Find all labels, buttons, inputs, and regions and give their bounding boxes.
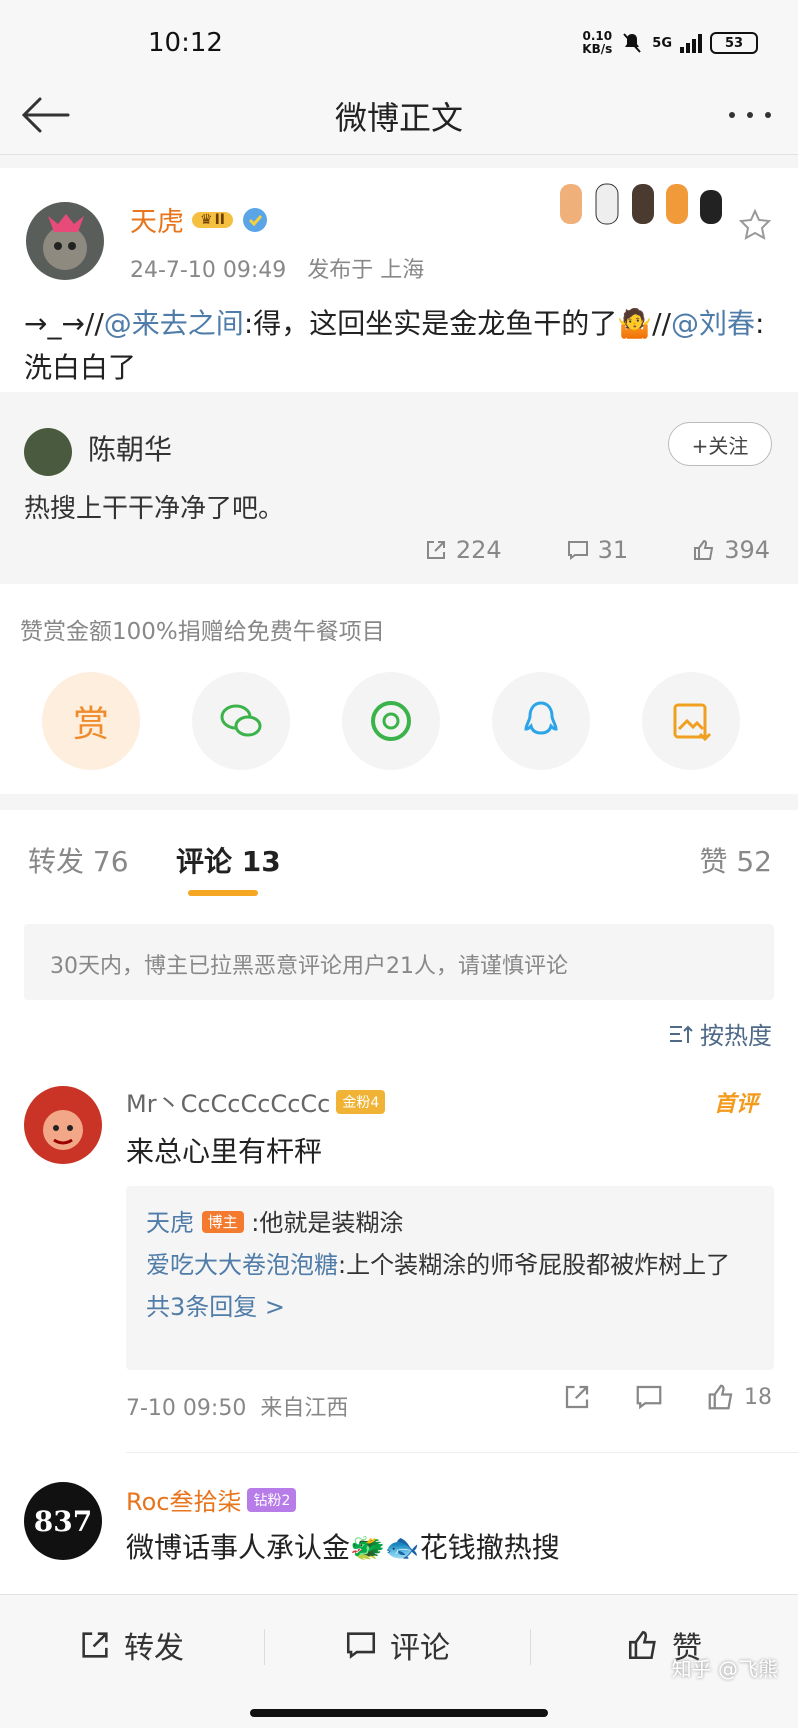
reward-button[interactable]: 赏 (42, 672, 140, 770)
divider (530, 1629, 531, 1665)
repost-author-name[interactable]: 陈朝华 (88, 428, 172, 468)
post-card: 天虎 ♛ II 24-7-10 09:49 发布于 上海 →_→//@来去之间:… (0, 168, 798, 392)
net-speed: 0.10 KB/s (582, 29, 613, 56)
post-author-name[interactable]: 天虎 ♛ II (130, 200, 269, 239)
bell-muted-icon (623, 33, 642, 53)
wechat-icon (220, 704, 262, 737)
repost-text: 热搜上干干净净了吧。 (24, 494, 285, 524)
reward-section: 赞赏金额100%捐赠给免费午餐项目 赏 (0, 584, 798, 794)
reply-user[interactable]: 天虎 (146, 1209, 194, 1237)
comment-like[interactable]: 18 (706, 1382, 772, 1412)
comment-button[interactable]: 评论 (344, 1623, 450, 1667)
battery-icon: 53 (710, 32, 758, 54)
comment-actions: 18 (562, 1382, 772, 1412)
repost-count[interactable]: 224 (424, 536, 502, 564)
home-indicator[interactable] (250, 1709, 548, 1717)
tab-active-indicator (188, 890, 258, 896)
nav-bar: 微博正文 (0, 75, 798, 155)
tab-likes[interactable]: 赞 52 (699, 840, 772, 880)
comment-icon (346, 1632, 376, 1659)
commenter-avatar[interactable]: 837 (24, 1482, 102, 1560)
signal-icon (680, 33, 702, 53)
reply-thread[interactable]: 天虎 博主 :他就是装糊涂 爱吃大大卷泡泡糖:上个装糊涂的师爷屁股都被炸树上了 … (126, 1186, 774, 1370)
more-icon[interactable] (722, 91, 778, 139)
moments-share-button[interactable] (342, 672, 440, 770)
post-meta: 24-7-10 09:49 发布于 上海 (130, 252, 424, 284)
status-time: 10:12 (148, 28, 223, 58)
bottom-action-bar: 转发 评论 赞 知乎 @飞熊 (0, 1594, 798, 1728)
reply-item: 天虎 博主 :他就是装糊涂 (146, 1209, 404, 1237)
fan-badge: 金粉4 (336, 1089, 386, 1114)
share-icon[interactable] (562, 1382, 592, 1412)
reply-user[interactable]: 爱吃大大卷泡泡糖 (146, 1251, 338, 1279)
wechat-share-button[interactable] (192, 672, 290, 770)
follow-button[interactable]: +关注 (668, 422, 772, 466)
reward-title: 赞赏金额100%捐赠给免费午餐项目 (20, 619, 385, 645)
like-count[interactable]: 394 (692, 536, 770, 564)
verified-icon (242, 207, 267, 232)
divider (264, 1629, 265, 1665)
sort-icon (670, 1025, 693, 1043)
comments-panel: 30天内，博主已拉黑恶意评论用户21人，请谨慎评论 按热度 Mr丶CcCcCcC… (0, 904, 798, 1594)
host-tag: 博主 (201, 1211, 244, 1233)
comment-text: 来总心里有杆秤 (126, 1135, 323, 1168)
mention-link[interactable]: @来去之间 (104, 307, 244, 340)
tab-comments[interactable]: 评论 13 (176, 840, 281, 880)
comment-count[interactable]: 31 (566, 536, 628, 564)
qq-share-button[interactable] (492, 672, 590, 770)
thumbs-up-icon (628, 1630, 656, 1660)
save-image-button[interactable] (642, 672, 740, 770)
watermark: 知乎 @飞熊 (671, 1657, 778, 1681)
comment-icon[interactable] (634, 1382, 664, 1412)
moments-icon (371, 701, 411, 741)
first-comment-tag: 首评 (713, 1092, 758, 1117)
comment-notice: 30天内，博主已拉黑恶意评论用户21人，请谨慎评论 (24, 924, 774, 1000)
sort-button[interactable]: 按热度 (668, 1016, 772, 1051)
more-replies-link[interactable]: 共3条回复 > (146, 1286, 754, 1328)
post-author-avatar[interactable] (26, 202, 104, 280)
repost-stats: 224 31 394 (424, 536, 770, 564)
share-icon (426, 541, 445, 559)
network-label: 5G (652, 35, 672, 51)
page-title: 微博正文 (334, 99, 463, 137)
thumbs-up-icon (694, 539, 714, 560)
favorite-star-icon[interactable] (738, 208, 772, 242)
post-text: →_→//@来去之间:得，这回坐实是金龙鱼干的了🤷//@刘春:洗白白了 (24, 307, 765, 384)
post-location: 发布于 上海 (307, 258, 425, 283)
commenter-avatar[interactable] (24, 1086, 102, 1164)
tab-bar: 转发 76 评论 13 赞 52 (0, 810, 798, 904)
thumbs-up-icon (708, 1384, 733, 1410)
post-timestamp: 24-7-10 09:49 (130, 258, 287, 283)
comment-text: 微博话事人承认金🐲🐟花钱撤热搜 (126, 1531, 560, 1564)
cat-paws-decoration (556, 170, 726, 230)
mention-link[interactable]: @刘春 (671, 307, 755, 340)
share-row: 赏 (42, 672, 740, 770)
qq-icon (524, 701, 558, 735)
repost-button[interactable]: 转发 (78, 1623, 184, 1667)
reply-item: 爱吃大大卷泡泡糖:上个装糊涂的师爷屁股都被炸树上了 (146, 1251, 731, 1279)
commenter-name[interactable]: Mr丶CcCcCcCcCc 金粉4 (126, 1084, 386, 1119)
comment-meta: 7-10 09:50 来自江西 (126, 1396, 349, 1421)
fan-badge: 钻粉2 (247, 1487, 297, 1512)
share-icon (82, 1632, 108, 1658)
reposted-content[interactable]: 陈朝华 +关注 热搜上干干净净了吧。 224 31 394 (0, 392, 798, 584)
repost-author-avatar[interactable] (24, 428, 72, 476)
tab-repost[interactable]: 转发 76 (28, 840, 129, 880)
status-icons: 0.10 KB/s 5G 53 (582, 30, 758, 56)
vip-crown-icon: ♛ II (192, 211, 233, 228)
comment-icon (567, 541, 588, 560)
commenter-name[interactable]: Roc叁拾柒 钻粉2 (126, 1482, 297, 1517)
save-image-icon (673, 703, 712, 742)
comment-divider (126, 1452, 798, 1453)
